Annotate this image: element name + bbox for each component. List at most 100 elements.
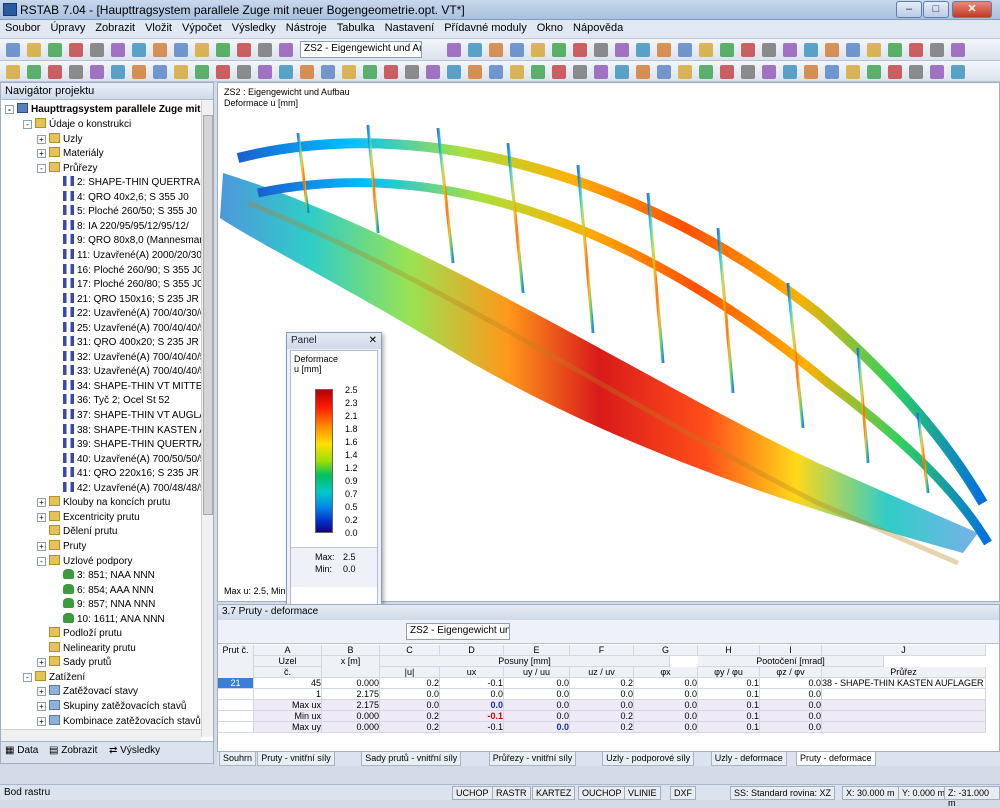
toolbar-tool-icon[interactable] <box>174 43 188 57</box>
toolbar-tool-icon[interactable] <box>111 65 125 79</box>
expand-icon[interactable]: + <box>37 716 46 726</box>
toolbar-tool-icon[interactable] <box>573 43 587 57</box>
toolbar-tool-icon[interactable] <box>909 65 923 79</box>
tree-node[interactable]: Podloží prutu <box>37 627 122 641</box>
menu-item-10[interactable]: Okno <box>532 20 568 36</box>
toolbar-tool-icon[interactable] <box>447 43 461 57</box>
toolbar-tool-icon[interactable] <box>90 43 104 57</box>
toolbar-tool-icon[interactable] <box>636 43 650 57</box>
menu-item-2[interactable]: Zobrazit <box>90 20 140 36</box>
toolbar-tool-icon[interactable] <box>909 43 923 57</box>
toolbar-tool-icon[interactable] <box>615 43 629 57</box>
tree-node[interactable]: 9: 857; NNA NNN <box>51 598 155 612</box>
collapse-icon[interactable]: - <box>23 672 32 682</box>
toolbar-tool-icon[interactable] <box>741 65 755 79</box>
toolbar-tool-icon[interactable] <box>195 43 209 57</box>
toolbar-tool-icon[interactable] <box>804 43 818 57</box>
navigator-hscrollbar[interactable] <box>1 729 201 741</box>
tree-node[interactable]: + Excentricity prutu <box>37 510 140 525</box>
toolbar-tool-icon[interactable] <box>930 43 944 57</box>
toolbar-tool-icon[interactable] <box>447 65 461 79</box>
toolbar-tool-icon[interactable] <box>762 43 776 57</box>
toolbar-tool-icon[interactable] <box>468 43 482 57</box>
collapse-icon[interactable]: - <box>23 120 32 129</box>
table-tab[interactable]: Průřezy - vnitřní síly <box>488 752 577 766</box>
tree-node[interactable]: + Materiály <box>37 147 104 161</box>
tree-node[interactable]: + Kombinace zatěžovacích stavů <box>37 714 201 729</box>
toolbar-tool-icon[interactable] <box>846 65 860 79</box>
tree-node[interactable]: 32: Uzavřené(A) 700/40/40/58 <box>51 350 201 365</box>
tree-node[interactable]: 33: Uzavřené(A) 700/40/40/58 <box>51 365 201 379</box>
toolbar-tool-icon[interactable] <box>405 65 419 79</box>
tree-node[interactable]: 3: 851; NAA NNN <box>51 569 155 583</box>
toolbar-tool-icon[interactable] <box>132 65 146 79</box>
status-toggle-button[interactable]: RASTR <box>492 786 531 800</box>
toolbar-tool-icon[interactable] <box>6 43 20 57</box>
status-toggle-button[interactable]: OUCHOP <box>578 786 626 800</box>
expand-icon[interactable]: + <box>37 512 46 522</box>
tree-node[interactable]: Dělení prutu <box>37 525 117 539</box>
menu-item-11[interactable]: Nápověda <box>568 20 628 36</box>
menu-item-8[interactable]: Nastavení <box>380 20 440 36</box>
tree-node[interactable]: + Zatěžovací stavy <box>37 685 138 699</box>
toolbar-tool-icon[interactable] <box>426 65 440 79</box>
toolbar-tool-icon[interactable] <box>489 65 503 79</box>
toolbar-tool-icon[interactable] <box>279 65 293 79</box>
expand-icon[interactable]: + <box>37 702 46 711</box>
toolbar-tool-icon[interactable] <box>699 65 713 79</box>
toolbar-tool-icon[interactable] <box>237 43 251 57</box>
menu-item-1[interactable]: Úpravy <box>45 20 90 36</box>
expand-icon[interactable]: + <box>37 498 46 508</box>
toolbar-tool-icon[interactable] <box>951 65 965 79</box>
toolbar-tool-icon[interactable] <box>741 43 755 57</box>
maximize-button[interactable]: □ <box>923 1 949 18</box>
table-loadcase-select[interactable]: ZS2 - Eigengewicht un <box>406 623 510 640</box>
tree-node[interactable]: + Sady prutů <box>37 656 111 670</box>
toolbar-tool-icon[interactable] <box>552 43 566 57</box>
toolbar-tool-icon[interactable] <box>279 43 293 57</box>
toolbar-tool-icon[interactable] <box>111 43 125 57</box>
tree-node[interactable]: 5: Ploché 260/50; S 355 J0 <box>51 205 197 219</box>
menu-item-6[interactable]: Nástroje <box>281 20 332 36</box>
toolbar-tool-icon[interactable] <box>363 65 377 79</box>
toolbar-tool-icon[interactable] <box>321 65 335 79</box>
tree-node[interactable]: 6: 854; AAA NNN <box>51 583 154 598</box>
toolbar-tool-icon[interactable] <box>930 65 944 79</box>
toolbar-tool-icon[interactable] <box>300 65 314 79</box>
toolbar-tool-icon[interactable] <box>216 43 230 57</box>
toolbar-tool-icon[interactable] <box>510 43 524 57</box>
collapse-icon[interactable]: - <box>5 105 14 114</box>
toolbar-tool-icon[interactable] <box>69 65 83 79</box>
navigator-scrollbar[interactable] <box>201 101 213 737</box>
toolbar-tool-icon[interactable] <box>867 43 881 57</box>
menu-item-9[interactable]: Přídavné moduly <box>439 20 532 36</box>
tree-node[interactable]: + Uzly <box>37 132 82 147</box>
toolbar-tool-icon[interactable] <box>153 65 167 79</box>
menu-item-4[interactable]: Výpočet <box>177 20 227 36</box>
collapse-icon[interactable]: - <box>37 556 46 566</box>
toolbar-tool-icon[interactable] <box>804 65 818 79</box>
toolbar-tool-icon[interactable] <box>90 65 104 79</box>
panel-close-icon[interactable]: ✕ <box>369 335 377 346</box>
table-tab[interactable]: Pruty - vnitřní síly <box>257 752 335 766</box>
toolbar-tool-icon[interactable] <box>825 43 839 57</box>
tree-node[interactable]: + Pruty <box>37 539 86 554</box>
toolbar-tool-icon[interactable] <box>867 65 881 79</box>
toolbar-tool-icon[interactable] <box>216 65 230 79</box>
tree-node[interactable]: 37: SHAPE-THIN VT AUGLAG <box>51 409 201 423</box>
toolbar-tool-icon[interactable] <box>657 43 671 57</box>
toolbar-tool-icon[interactable] <box>762 65 776 79</box>
toolbar-tool-icon[interactable] <box>552 65 566 79</box>
menu-item-3[interactable]: Vložit <box>140 20 177 36</box>
toolbar-tool-icon[interactable] <box>132 43 146 57</box>
toolbar-tool-icon[interactable] <box>468 65 482 79</box>
toolbar-tool-icon[interactable] <box>657 65 671 79</box>
status-toggle-button[interactable]: UCHOP <box>452 786 493 800</box>
scroll-thumb[interactable] <box>203 115 213 515</box>
tree-node[interactable]: 11: Uzavřené(A) 2000/20/30/ <box>51 248 201 263</box>
toolbar-tool-icon[interactable] <box>174 65 188 79</box>
toolbar-tool-icon[interactable] <box>195 65 209 79</box>
toolbar-tool-icon[interactable] <box>69 43 83 57</box>
tree-node[interactable]: 17: Ploché 260/80; S 355 J0 <box>51 278 201 292</box>
table-tab[interactable]: Pruty - deformace <box>796 752 876 766</box>
